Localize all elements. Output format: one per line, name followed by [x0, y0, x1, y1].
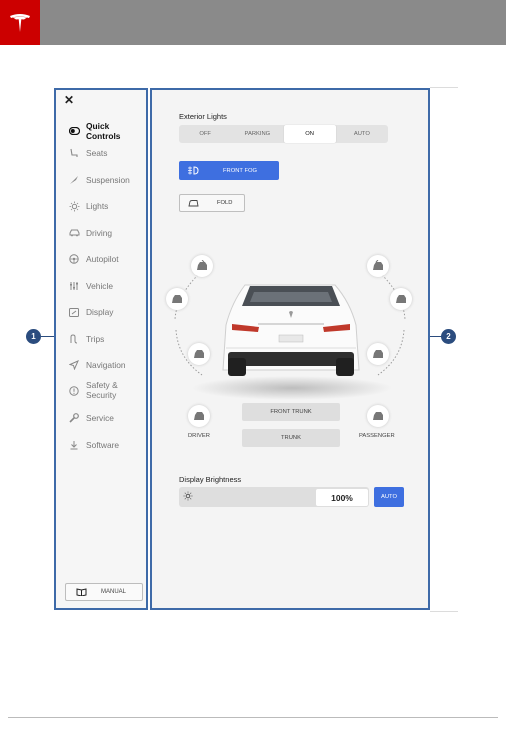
sidebar-item-seats[interactable]: Seats [68, 147, 107, 159]
sidebar-item-label: Service [86, 413, 114, 423]
brightness-auto-button[interactable]: AUTO [374, 487, 404, 507]
car-door-icon [396, 295, 406, 303]
passenger-label: PASSENGER [359, 433, 395, 439]
sidebar-item-lights[interactable]: Lights [68, 200, 108, 212]
sidebar-item-suspension[interactable]: Suspension [68, 174, 130, 186]
sidebar-item-label: Lights [86, 201, 109, 211]
sidebar-item-driving[interactable]: Driving [68, 227, 112, 239]
sidebar-item-label: Navigation [86, 360, 126, 370]
passenger-side-door-button[interactable] [367, 343, 389, 365]
sidebar-item-vehicle[interactable]: Vehicle [68, 280, 113, 292]
passenger-button[interactable] [367, 405, 389, 427]
book-icon [76, 588, 87, 596]
download-icon [68, 439, 80, 451]
car-door-icon [194, 412, 204, 420]
sidebar-item-navigation[interactable]: Navigation [68, 359, 126, 371]
suspension-icon [68, 174, 80, 186]
sidebar-item-label: Trips [86, 334, 105, 344]
sidebar-item-software[interactable]: Software [68, 439, 119, 451]
sidebar-item-label: Suspension [86, 175, 130, 185]
sidebar-item-label: Software [86, 440, 120, 450]
exterior-lights-title: Exterior Lights [179, 112, 227, 121]
mirror-fold-icon [188, 199, 199, 207]
callout-2: 2 [441, 329, 456, 344]
lights-option-parking[interactable]: PARKING [231, 125, 283, 143]
navigation-arrow-icon [68, 359, 80, 371]
display-icon [68, 306, 80, 318]
display-brightness-title: Display Brightness [179, 475, 242, 484]
front-trunk-button[interactable]: FRONT TRUNK [242, 403, 340, 421]
fog-light-icon [187, 166, 199, 175]
wrench-icon [68, 412, 80, 424]
manual-label: MANUAL [101, 589, 127, 595]
sliders-icon [68, 280, 80, 292]
sidebar-item-safety-security[interactable]: Safety & Security [68, 380, 118, 400]
brightness-sun-icon [183, 491, 193, 501]
panel-edge-line [430, 611, 458, 612]
lights-icon [68, 200, 80, 212]
sidebar-item-label: Driving [86, 228, 113, 238]
car-door-icon [373, 260, 383, 270]
tesla-logo-icon [10, 13, 30, 32]
seat-icon [68, 147, 80, 159]
footer-rule [8, 717, 498, 718]
sidebar-item-service[interactable]: Service [68, 412, 114, 424]
sidebar-item-display[interactable]: Display [68, 306, 113, 318]
steering-wheel-icon [68, 253, 80, 265]
sidebar-item-quick-controls[interactable]: Quick Controls [68, 121, 146, 141]
close-icon[interactable]: ✕ [64, 93, 74, 107]
sidebar-item-autopilot[interactable]: Autopilot [68, 253, 119, 265]
driver-side-door-button[interactable] [188, 343, 210, 365]
panel-edge-line [430, 87, 458, 88]
sidebar-item-label: Quick Controls [86, 121, 121, 141]
driving-icon [68, 227, 80, 239]
passenger-front-door-button[interactable] [367, 255, 389, 277]
sidebar-item-label: Display [86, 307, 114, 317]
manual-button[interactable]: MANUAL [65, 583, 143, 601]
trips-icon [68, 333, 80, 345]
car-door-icon [373, 350, 383, 358]
quick-controls-panel: Exterior Lights OFF PARKING ON AUTO FRON… [150, 88, 430, 610]
sidebar: ✕ Quick Controls Seats Suspension Lights… [54, 88, 148, 610]
driver-button[interactable] [188, 405, 210, 427]
car-door-icon [373, 412, 383, 420]
sidebar-item-label: Safety & Security [86, 380, 118, 400]
brightness-value[interactable]: 100% [316, 489, 368, 506]
car-door-icon [172, 295, 182, 303]
callout-1: 1 [26, 329, 41, 344]
passenger-rear-door-button[interactable] [390, 288, 412, 310]
lights-option-off[interactable]: OFF [179, 125, 231, 143]
callout-line [41, 336, 54, 337]
lights-option-on[interactable]: ON [283, 125, 336, 143]
car-door-icon [197, 260, 207, 270]
front-fog-button[interactable]: FRONT FOG [179, 161, 279, 180]
fold-mirrors-button[interactable]: FOLD [179, 194, 245, 212]
sidebar-item-label: Vehicle [86, 281, 114, 291]
car-door-icon [194, 350, 204, 358]
fold-label: FOLD [217, 200, 233, 206]
tesla-logo [0, 0, 40, 45]
driver-front-door-button[interactable] [191, 255, 213, 277]
quick-controls-icon [68, 125, 80, 137]
driver-label: DRIVER [188, 433, 210, 439]
trunk-button[interactable]: TRUNK [242, 429, 340, 447]
sidebar-item-label: Seats [86, 148, 108, 158]
lights-option-auto[interactable]: AUTO [336, 125, 388, 143]
info-circle-icon [68, 385, 80, 397]
sidebar-item-label: Autopilot [86, 254, 119, 264]
sidebar-item-trips[interactable]: Trips [68, 333, 104, 345]
driver-rear-door-button[interactable] [166, 288, 188, 310]
exterior-lights-selector: OFF PARKING ON AUTO [179, 125, 388, 143]
front-fog-label: FRONT FOG [223, 167, 258, 174]
header-band [0, 0, 506, 45]
